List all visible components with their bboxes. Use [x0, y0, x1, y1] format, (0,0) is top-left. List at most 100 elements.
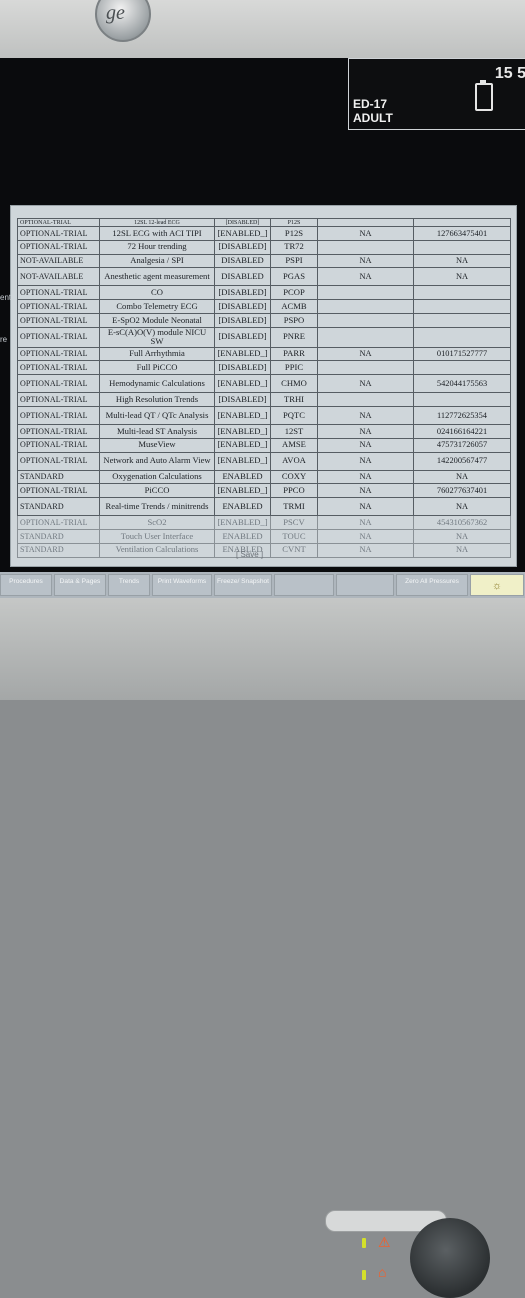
status-cell: STANDARD [17, 469, 100, 485]
option-cell: 12SL 12-lead ECG [99, 218, 215, 227]
key-cell: 010171527777 [413, 346, 511, 362]
patient-category: ADULT [353, 111, 393, 125]
trim-knob[interactable] [410, 1218, 490, 1298]
license-cell: NA [317, 437, 414, 453]
option-cell: Touch User Interface [99, 528, 215, 544]
table-row: NOT-AVAILABLE Analgesia / SPI DISABLED PSPI… [17, 253, 511, 269]
option-cell: 72 Hour trending [99, 239, 215, 255]
state-cell: [ENABLED_] [214, 346, 271, 362]
table-row: STANDARD Touch User Interface ENABLED TOUC N… [17, 528, 511, 544]
state-cell: [ENABLED_] [214, 423, 271, 439]
save-button[interactable]: [ Save ] [236, 550, 263, 559]
state-cell: ENABLED [214, 469, 271, 485]
status-cell: NOT-AVAILABLE [17, 253, 100, 269]
code-cell: AVOA [270, 451, 318, 471]
key-cell: 142200567477 [413, 451, 511, 471]
option-cell: Combo Telemetry ECG [99, 299, 215, 314]
softkey-6[interactable] [336, 574, 394, 596]
license-cell: NA [317, 346, 414, 362]
license-cell: NA [317, 374, 414, 394]
key-cell: 475731726057 [413, 437, 511, 453]
softkey-1[interactable]: Data & Pages [54, 574, 106, 596]
bed-label: ED-17 [353, 97, 388, 111]
softkey-5[interactable] [274, 574, 334, 596]
code-cell: PPCO [270, 483, 318, 499]
state-cell: [DISABLED] [214, 239, 271, 255]
option-cell: Real-time Trends / minitrends [99, 497, 215, 517]
option-cell: Analgesia / SPI [99, 253, 215, 269]
table-row: OPTIONAL-TRIAL 72 Hour trending [DISABLED]… [17, 239, 511, 255]
status-cell: NOT-AVAILABLE [17, 267, 100, 287]
option-cell: Multi-lead QT / QTc Analysis [99, 405, 215, 425]
table-row: STANDARD Oxygenation Calculations ENABLED C… [17, 469, 511, 485]
license-cell: NA [317, 451, 414, 471]
option-cell: E-SpO2 Module Neonatal [99, 312, 215, 328]
code-cell: CHMO [270, 374, 318, 394]
state-cell: [ENABLED_] [214, 226, 271, 241]
table-row: OPTIONAL-TRIAL CO [DISABLED] PCOP [17, 285, 511, 301]
status-cell: OPTIONAL-TRIAL [17, 312, 100, 328]
license-cell: NA [317, 423, 414, 439]
license-cell [317, 392, 414, 407]
table-row: OPTIONAL-TRIAL Network and Auto Alarm Vie… [17, 451, 511, 471]
option-cell: Full PiCCO [99, 360, 215, 376]
license-cell: NA [317, 267, 414, 287]
table-row: OPTIONAL-TRIAL Full PiCCO [DISABLED] PPIC [17, 360, 511, 376]
license-cell [317, 285, 414, 301]
state-cell: [DISABLED] [214, 392, 271, 407]
code-cell: TRMI [270, 497, 318, 517]
softkey-4[interactable]: Freeze/ Snapshot [214, 574, 272, 596]
power-led [362, 1238, 366, 1248]
key-cell: NA [413, 267, 511, 287]
state-cell: ENABLED [214, 528, 271, 544]
softkey-7[interactable]: Zero All Pressures [396, 574, 468, 596]
key-cell: NA [413, 253, 511, 269]
state-cell: ENABLED [214, 497, 271, 517]
patient-tile[interactable]: 15 5 ED-17 ADULT [348, 58, 525, 130]
code-cell: PSPO [270, 312, 318, 328]
option-cell: Multi-lead ST Analysis [99, 423, 215, 439]
brightness-icon[interactable]: ☼ [470, 574, 524, 596]
state-cell: [ENABLED_] [214, 374, 271, 394]
softkey-0[interactable]: Procedures [0, 574, 52, 596]
status-cell: OPTIONAL-TRIAL [17, 226, 100, 241]
state-cell: DISABLED [214, 253, 271, 269]
key-cell [413, 360, 511, 376]
status-cell: STANDARD [17, 497, 100, 517]
status-cell: STANDARD [17, 528, 100, 544]
partial-header-row: OPTIONAL-TRIAL 12SL 12-lead ECG [DISABLE… [17, 218, 511, 227]
license-cell: NA [317, 483, 414, 499]
state-cell: [ENABLED_] [214, 451, 271, 471]
license-cell: NA [317, 469, 414, 485]
table-row: STANDARD Real-time Trends / minitrends ENA… [17, 497, 511, 517]
status-cell: OPTIONAL-TRIAL [17, 451, 100, 471]
table-row: OPTIONAL-TRIAL Full Arrhythmia [ENABLED_] P… [17, 346, 511, 362]
option-cell: Anesthetic agent measurement [99, 267, 215, 287]
code-cell: TOUC [270, 528, 318, 544]
option-cell: PiCCO [99, 483, 215, 499]
software-options-table: OPTIONAL-TRIAL 12SL 12-lead ECG [DISABLE… [17, 218, 511, 558]
license-cell: NA [317, 542, 414, 558]
option-cell: E-sC(A)O(V) module NICU SW [99, 326, 215, 348]
option-cell: CO [99, 285, 215, 301]
softkey-2[interactable]: Trends [108, 574, 150, 596]
code-cell: PQTC [270, 405, 318, 425]
softkey-3[interactable]: Print Waveforms [152, 574, 212, 596]
status-cell: OPTIONAL-TRIAL [17, 515, 100, 530]
key-cell: NA [413, 497, 511, 517]
key-cell [413, 312, 511, 328]
code-cell: AMSE [270, 437, 318, 453]
table-row: OPTIONAL-TRIAL MuseView [ENABLED_] AMSE NA 47… [17, 437, 511, 453]
state-cell: [DISABLED] [214, 299, 271, 314]
key-cell: 112772625354 [413, 405, 511, 425]
tile-number: 15 5 [494, 65, 525, 82]
monitor-bezel-top: ge [0, 0, 525, 58]
state-cell: [DISABLED] [214, 312, 271, 328]
option-cell: Hemodynamic Calculations [99, 374, 215, 394]
status-cell: OPTIONAL-TRIAL [17, 423, 100, 439]
license-cell: NA [317, 405, 414, 425]
table-row: OPTIONAL-TRIAL PiCCO [ENABLED_] PPCO NA 76027… [17, 483, 511, 499]
table-row: OPTIONAL-TRIAL Multi-lead ST Analysis [ENA… [17, 423, 511, 439]
license-cell: NA [317, 515, 414, 530]
status-cell: OPTIONAL-TRIAL [17, 346, 100, 362]
